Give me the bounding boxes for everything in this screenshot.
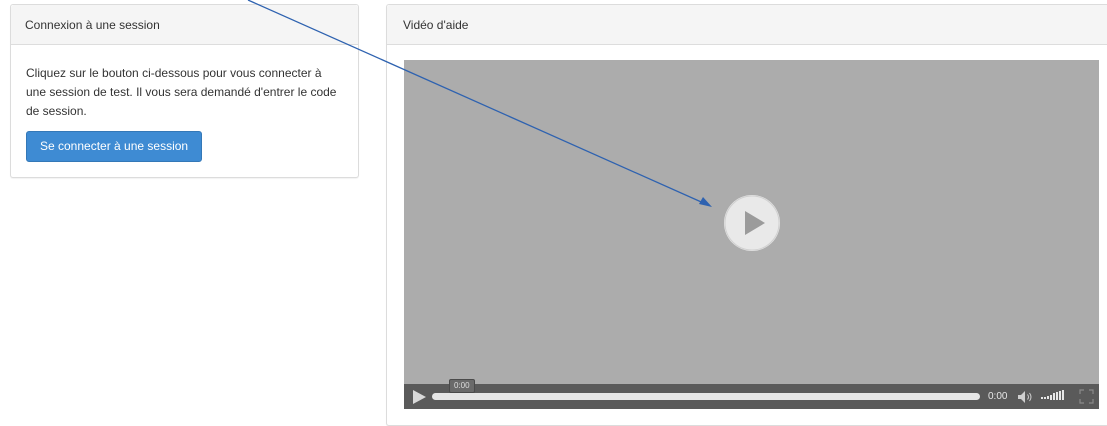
help-video-panel: Vidéo d'aide 0:00 0:00 xyxy=(386,4,1107,426)
video-controls: 0:00 0:00 xyxy=(404,379,1099,409)
video-player[interactable]: 0:00 0:00 xyxy=(404,60,1099,409)
panel-body: Cliquez sur le bouton ci-dessous pour vo… xyxy=(11,45,358,162)
session-login-panel: Connexion à une session Cliquez sur le b… xyxy=(10,4,359,178)
instruction-text: Cliquez sur le bouton ci-dessous pour vo… xyxy=(26,66,337,118)
time-bubble: 0:00 xyxy=(449,379,475,393)
connect-session-button[interactable]: Se connecter à une session xyxy=(26,131,203,162)
panel-title: Connexion à une session xyxy=(11,5,358,45)
fullscreen-icon[interactable] xyxy=(1079,389,1094,404)
panel-title: Vidéo d'aide xyxy=(387,5,1107,45)
speaker-icon[interactable] xyxy=(1017,390,1033,404)
current-time: 0:00 xyxy=(988,391,1008,402)
play-icon[interactable] xyxy=(410,388,428,406)
play-circle-icon[interactable] xyxy=(724,195,780,251)
volume-bars-icon[interactable] xyxy=(1041,389,1067,404)
progress-bar[interactable]: 0:00 xyxy=(432,379,980,400)
